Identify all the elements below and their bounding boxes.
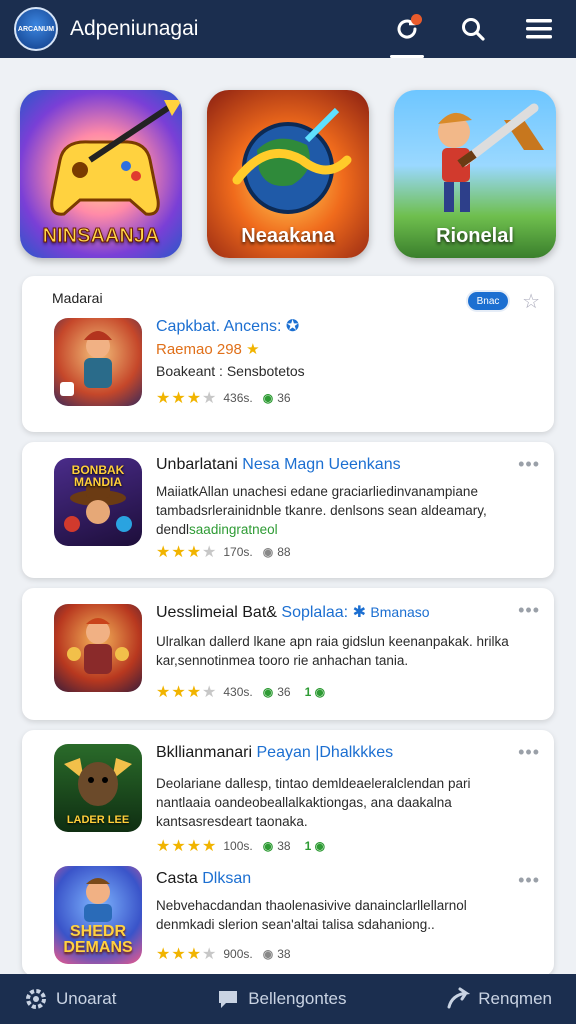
game-description: Deolariane dallesp, tintao demldeaeleral…: [156, 776, 471, 829]
app-title: Adpeniunagai: [70, 17, 199, 40]
rating-stars: ★★★★: [156, 946, 218, 963]
comment-icon: ◉: [262, 391, 274, 405]
game-title: Casta Dlksan: [156, 870, 252, 887]
game-description: MaiiatkAllan unachesi edane graciarliedi…: [156, 484, 487, 537]
level-badge: 1 ◉: [304, 685, 326, 699]
refresh-notification-icon[interactable]: [384, 6, 430, 58]
thumbnail-text: LADER LEE: [66, 814, 130, 826]
logo-text: ARCANUM: [17, 25, 55, 33]
game-thumbnail[interactable]: SHEDR DEMANS: [54, 866, 142, 964]
game-card[interactable]: Uesslimeial Bat& Soplalaa: ✱ Bmanaso •••…: [22, 588, 554, 720]
rating-stars: ★★★★: [156, 544, 218, 561]
verified-icon: ✪: [285, 318, 300, 335]
download-count: 430s.: [223, 685, 253, 699]
more-options-icon[interactable]: •••: [518, 600, 540, 621]
game-thumbnail[interactable]: [54, 604, 142, 692]
thumbnail-text: BONBAK MANDIA: [71, 463, 125, 489]
comment-count: 88: [277, 545, 291, 559]
level-badge: 1 ◉: [304, 839, 326, 853]
favorite-star-icon[interactable]: ☆: [522, 289, 540, 314]
rating-stars: ★★★★: [156, 390, 218, 407]
comment-icon: ◉: [262, 839, 274, 853]
game-description: Boakeant : Sensbotetos: [156, 363, 305, 379]
rating-stars: ★★★★: [156, 684, 218, 701]
more-options-icon[interactable]: •••: [518, 870, 540, 891]
game-card[interactable]: Madarai Bnac ☆ Capkbat. Ancens: ✪ Raemao…: [22, 276, 554, 432]
featured-tile-3[interactable]: Rionelal: [394, 90, 556, 258]
search-icon[interactable]: [450, 6, 496, 52]
game-meta: ★★★★ 100s. ◉ 38 1 ◉: [156, 836, 325, 856]
top-app-bar: ARCANUM Adpeniunagai: [0, 0, 576, 58]
game-thumbnail[interactable]: [54, 318, 142, 406]
game-card-group: LADER LEE Bkllianmanari Peayan |Dhalkkke…: [22, 730, 554, 976]
settings-icon: [26, 989, 46, 1009]
download-count: 436s.: [223, 391, 253, 405]
comment-count: 36: [277, 391, 291, 405]
app-logo[interactable]: ARCANUM: [14, 7, 58, 51]
game-meta: ★★★★ 436s. ◉ 36: [156, 388, 305, 408]
featured-tile-label: Neaakana: [241, 225, 335, 247]
game-title: Unbarlatani Nesa Magn Ueenkans: [156, 456, 401, 473]
game-thumbnail[interactable]: LADER LEE: [54, 744, 142, 832]
featured-games: NINSAANJA Neaakana Rionelal: [20, 90, 556, 258]
nav-label: Bellengontes: [248, 989, 347, 1008]
bottom-navigation: Unoarat Bellengontes Renqmen: [0, 974, 576, 1024]
more-options-icon[interactable]: •••: [518, 742, 540, 763]
warrior-icon: [60, 331, 112, 396]
game-description: Nebvehacdandan thaolenasivive danainclar…: [156, 898, 467, 932]
nav-item-send[interactable]: Renqmen: [446, 987, 552, 1011]
section-label: Madarai: [52, 290, 103, 306]
chat-icon: [219, 991, 238, 1008]
comment-count: 36: [277, 685, 291, 699]
fighter-icon: [67, 618, 129, 674]
game-card[interactable]: BONBAK MANDIA Unbarlatani Nesa Magn Ueen…: [22, 442, 554, 578]
featured-tile-2[interactable]: Neaakana: [207, 90, 369, 258]
hamburger-menu-icon[interactable]: [516, 6, 562, 52]
featured-tile-1[interactable]: NINSAANJA: [20, 90, 182, 258]
game-title: Uesslimeial Bat& Soplalaa: ✱ Bmanaso: [156, 604, 430, 621]
game-meta: ★★★★ 900s. ◉ 38: [156, 944, 305, 964]
nav-item-settings[interactable]: Unoarat: [24, 987, 116, 1011]
tag-button[interactable]: Bnac: [466, 290, 510, 312]
download-count: 100s.: [223, 839, 253, 853]
game-subtitle: Raemao 298 ★: [156, 341, 260, 358]
nav-item-chat[interactable]: Bellengontes: [216, 987, 347, 1011]
comment-count: 38: [277, 947, 291, 961]
comment-icon: ◉: [262, 545, 274, 559]
game-thumbnail[interactable]: BONBAK MANDIA: [54, 458, 142, 546]
comment-icon: ◉: [262, 685, 274, 699]
rating-stars: ★★★★: [156, 838, 218, 855]
featured-tile-label: NINSAANJA: [42, 225, 160, 248]
nav-label: Renqmen: [478, 989, 552, 1008]
game-title: Capkbat. Ancens: ✪: [156, 318, 300, 335]
more-options-icon[interactable]: •••: [518, 454, 540, 475]
comment-icon: ◉: [262, 947, 274, 961]
game-meta: ★★★★ 430s. ◉ 36 1 ◉: [156, 682, 325, 702]
game-description: Ulralkan dallerd lkane apn raia gidslun …: [156, 634, 509, 668]
game-meta: ★★★★ 170s. ◉ 88: [156, 542, 305, 562]
sparkle-icon: ✱: [352, 604, 366, 621]
comment-count: 38: [277, 839, 291, 853]
nav-label: Unoarat: [56, 989, 117, 1008]
notification-dot: [411, 14, 422, 25]
download-count: 900s.: [223, 947, 253, 961]
game-title: Bkllianmanari Peayan |Dhalkkkes: [156, 744, 394, 761]
star-icon: ★: [246, 341, 260, 358]
thumbnail-text: SHEDR DEMANS: [63, 923, 133, 956]
featured-tile-label: Rionelal: [436, 225, 514, 247]
download-count: 170s.: [223, 545, 253, 559]
send-icon: [447, 987, 471, 1009]
